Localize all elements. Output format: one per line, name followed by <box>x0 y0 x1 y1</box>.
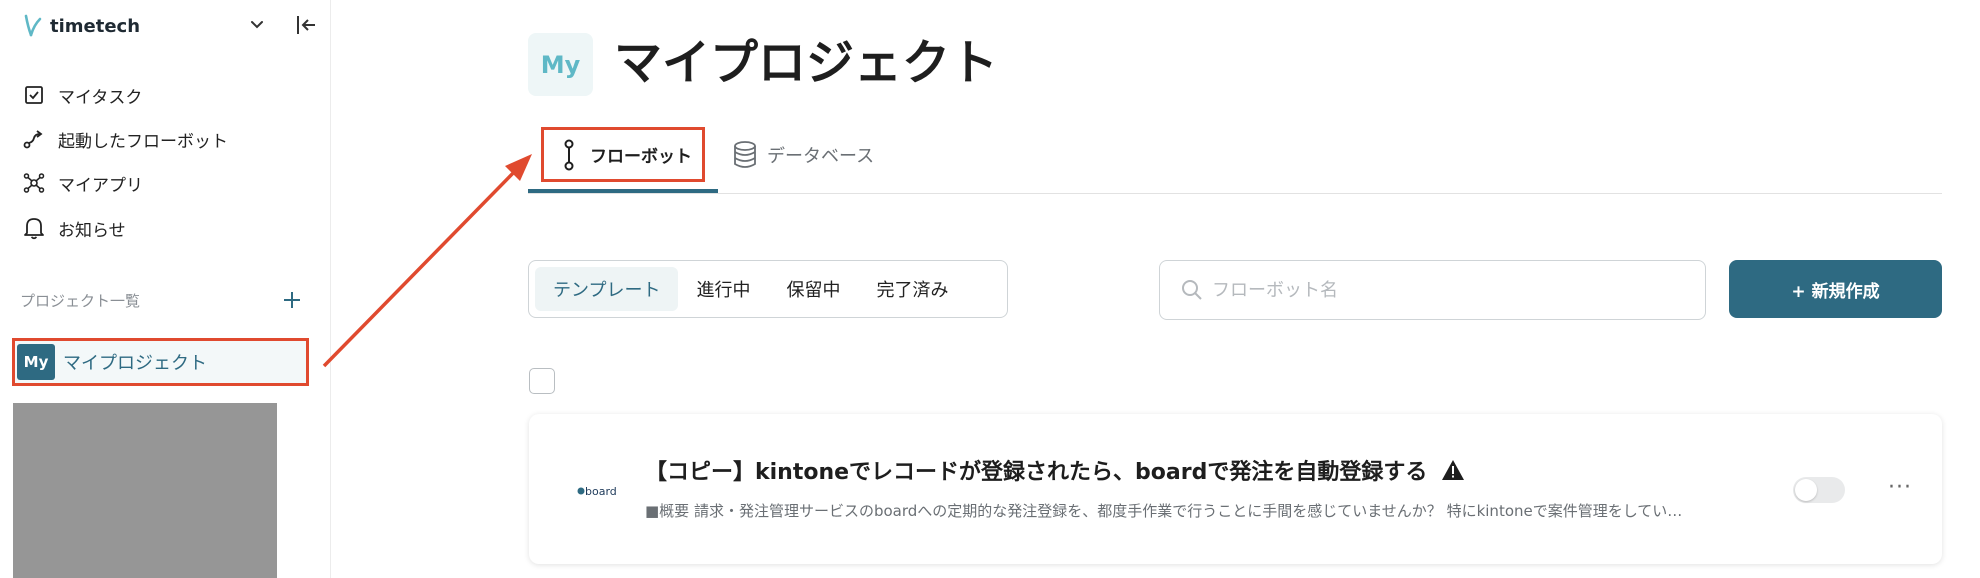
sidebar-item-notifications[interactable]: お知らせ <box>22 213 126 243</box>
toggle-knob <box>1795 479 1817 501</box>
sidebar-item-label: マイタスク <box>58 87 143 108</box>
tab-flowbot[interactable]: フローボット <box>541 127 705 182</box>
active-tab-indicator <box>528 189 718 193</box>
filter-template[interactable]: テンプレート <box>535 267 679 311</box>
more-options-icon[interactable]: ··· <box>1885 472 1915 502</box>
search-input[interactable] <box>1212 279 1692 301</box>
brand-name: timetech <box>50 15 141 37</box>
project-name: マイプロジェクト <box>63 353 207 374</box>
database-icon <box>734 141 756 168</box>
bell-icon <box>22 216 46 240</box>
project-list-heading: プロジェクト一覧 <box>20 292 141 310</box>
sidebar-item-label: 起動したフローボット <box>58 131 228 152</box>
tab-label: フローボット <box>590 147 692 167</box>
page-title: マイプロジェクト <box>614 35 999 91</box>
flow-launch-icon <box>22 127 46 151</box>
card-title[interactable]: 【コピー】kintoneでレコードが登録されたら、boardで発注を自動登録する <box>645 454 1465 486</box>
flowbot-card[interactable]: board 【コピー】kintoneでレコードが登録されたら、boardで発注を… <box>529 414 1942 564</box>
select-all-checkbox[interactable] <box>529 368 555 394</box>
board-logo-icon: board <box>577 485 617 498</box>
filter-completed[interactable]: 完了済み <box>858 267 966 311</box>
project-avatar-large: My <box>528 33 593 96</box>
checkbox-icon <box>22 83 46 107</box>
card-description: ■概要 請求・発注管理サービスのboardへの定期的な発注登録を、都度手作業で行… <box>645 502 1683 520</box>
flowbot-toggle[interactable] <box>1793 477 1845 503</box>
redacted-area <box>13 403 277 578</box>
filter-on-hold[interactable]: 保留中 <box>768 267 858 311</box>
timetech-logo-icon <box>24 14 42 37</box>
brand[interactable]: timetech <box>22 12 140 40</box>
search-field[interactable] <box>1159 260 1706 320</box>
tab-label: データベース <box>767 146 875 167</box>
sidebar-item-label: マイアプリ <box>58 175 143 196</box>
tabs-divider <box>528 193 1942 194</box>
search-icon <box>1182 280 1202 300</box>
filter-in-progress[interactable]: 進行中 <box>678 267 768 311</box>
sidebar-item-my-apps[interactable]: マイアプリ <box>22 168 143 198</box>
sidebar-item-my-tasks[interactable]: マイタスク <box>22 80 142 110</box>
new-flowbot-button[interactable]: + 新規作成 <box>1729 260 1942 318</box>
status-filter-group: テンプレート 進行中 保留中 完了済み <box>528 260 1008 318</box>
collapse-sidebar-icon[interactable] <box>293 12 319 38</box>
project-avatar: My <box>17 344 55 380</box>
flowbot-icon <box>564 139 574 170</box>
card-title-text: 【コピー】kintoneでレコードが登録されたら、boardで発注を自動登録する <box>645 460 1428 485</box>
sidebar-project-my-project[interactable]: My マイプロジェクト <box>12 338 309 386</box>
app-root: timetech マイタスク 起動したフローボット マイアプリ お知らせ プロジ… <box>0 0 1980 578</box>
tab-database[interactable]: データベース <box>731 138 874 172</box>
sidebar: timetech マイタスク 起動したフローボット マイアプリ お知らせ プロジ… <box>0 0 331 578</box>
plus-icon[interactable] <box>280 288 304 312</box>
svg-text:board: board <box>585 485 617 498</box>
apps-network-icon <box>22 171 46 195</box>
warning-icon <box>1442 460 1465 480</box>
sidebar-item-label: お知らせ <box>58 220 126 241</box>
chevron-down-icon[interactable] <box>246 14 268 36</box>
sidebar-item-launched-flowbots[interactable]: 起動したフローボット <box>22 124 228 154</box>
